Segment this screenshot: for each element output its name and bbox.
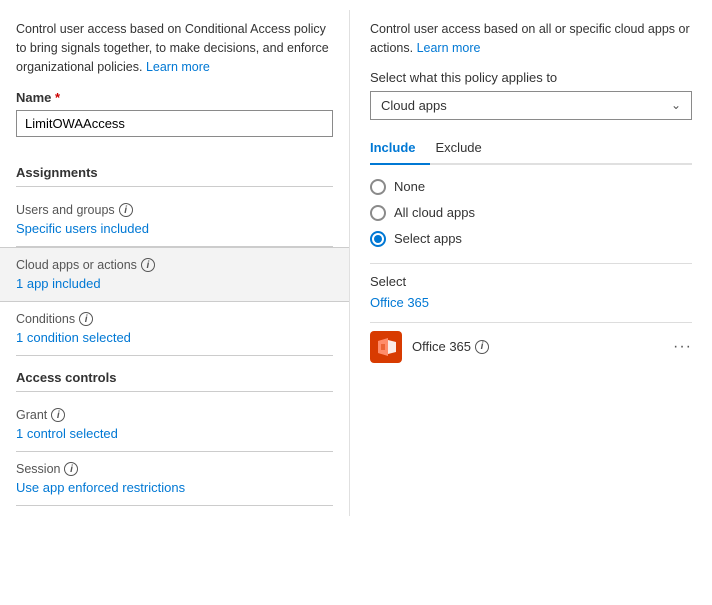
users-groups-info-icon[interactable]: i: [119, 203, 133, 217]
right-panel: Control user access based on all or spec…: [350, 10, 712, 516]
radio-all-cloud-apps[interactable]: All cloud apps: [370, 205, 692, 221]
conditions-section: Conditions i 1 condition selected: [16, 302, 333, 356]
cloud-apps-section: Cloud apps or actions i 1 app included: [0, 247, 349, 302]
session-info-icon[interactable]: i: [64, 462, 78, 476]
office365-ellipsis-button[interactable]: ···: [673, 338, 692, 356]
assignments-header: Assignments: [16, 165, 333, 187]
include-exclude-tabs: Include Exclude: [370, 134, 692, 165]
grant-info-icon[interactable]: i: [51, 408, 65, 422]
applies-to-dropdown[interactable]: Cloud apps ⌄: [370, 91, 692, 120]
radio-none-label: None: [394, 179, 425, 194]
dropdown-value: Cloud apps: [381, 98, 447, 113]
cloud-apps-title: Cloud apps or actions: [16, 258, 137, 272]
left-panel: Control user access based on Conditional…: [0, 10, 350, 516]
office365-icon: [370, 331, 402, 363]
name-required-indicator: *: [55, 90, 60, 105]
tab-exclude[interactable]: Exclude: [436, 134, 496, 165]
cloud-apps-link[interactable]: 1 app included: [16, 276, 101, 291]
users-groups-title: Users and groups: [16, 203, 115, 217]
left-intro-text: Control user access based on Conditional…: [16, 20, 333, 76]
conditions-info-icon[interactable]: i: [79, 312, 93, 326]
session-section: Session i Use app enforced restrictions: [16, 452, 333, 506]
right-learn-more-link[interactable]: Learn more: [417, 41, 481, 55]
radio-select-dot: [374, 235, 382, 243]
left-learn-more-link[interactable]: Learn more: [146, 60, 210, 74]
applies-label: Select what this policy applies to: [370, 70, 692, 85]
chevron-down-icon: ⌄: [671, 98, 681, 112]
radio-none-circle: [370, 179, 386, 195]
radio-select-circle: [370, 231, 386, 247]
conditions-link[interactable]: 1 condition selected: [16, 330, 131, 345]
conditions-title: Conditions: [16, 312, 75, 326]
radio-none[interactable]: None: [370, 179, 692, 195]
radio-group: None All cloud apps Select apps: [370, 179, 692, 247]
name-field-label: Name *: [16, 90, 333, 105]
access-controls-header: Access controls: [16, 370, 333, 392]
grant-title: Grant: [16, 408, 47, 422]
office365-info-icon[interactable]: i: [475, 340, 489, 354]
office365-app-name: Office 365 i: [412, 339, 673, 354]
policy-name-input[interactable]: [16, 110, 333, 137]
radio-select-label: Select apps: [394, 231, 462, 246]
radio-all-label: All cloud apps: [394, 205, 475, 220]
grant-link[interactable]: 1 control selected: [16, 426, 118, 441]
cloud-apps-info-icon[interactable]: i: [141, 258, 155, 272]
radio-select-apps[interactable]: Select apps: [370, 231, 692, 247]
right-intro-text: Control user access based on all or spec…: [370, 20, 692, 58]
office365-app-item: Office 365 i ···: [370, 322, 692, 371]
users-groups-link[interactable]: Specific users included: [16, 221, 149, 236]
select-label: Select: [370, 274, 692, 289]
session-link[interactable]: Use app enforced restrictions: [16, 480, 185, 495]
divider: [370, 263, 692, 264]
radio-all-circle: [370, 205, 386, 221]
office365-select-link[interactable]: Office 365: [370, 295, 692, 310]
session-title: Session: [16, 462, 60, 476]
tab-include[interactable]: Include: [370, 134, 430, 165]
grant-section: Grant i 1 control selected: [16, 398, 333, 452]
users-groups-section: Users and groups i Specific users includ…: [16, 193, 333, 247]
